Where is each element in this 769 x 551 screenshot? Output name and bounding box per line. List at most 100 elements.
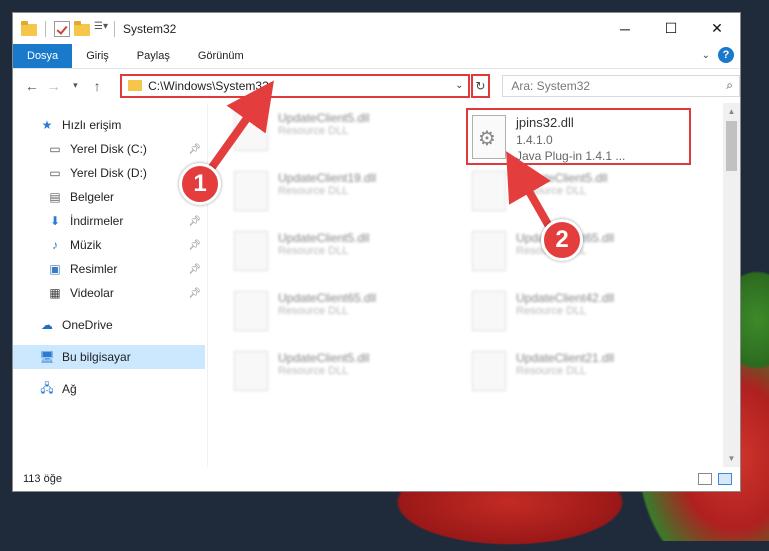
drive-icon: ▭ <box>49 142 61 156</box>
sidebar-item-local-disk-c[interactable]: ▭ Yerel Disk (C:) 📌︎ <box>13 137 207 161</box>
sidebar-item-onedrive[interactable]: ☁ OneDrive <box>13 313 207 337</box>
vertical-scrollbar[interactable]: ▲ ▼ <box>723 103 740 467</box>
item-count: 113 öğe <box>23 473 62 485</box>
sidebar-item-label: Ağ <box>62 382 77 396</box>
list-item[interactable]: UpdateClient42.dll Resource DLL <box>472 291 692 331</box>
star-icon: ★ <box>41 118 53 132</box>
list-item[interactable]: UpdateClient5.dll Resource DLL <box>234 231 454 271</box>
properties-icon[interactable] <box>54 20 70 37</box>
list-item[interactable]: UpdateClient21.dll Resource DLL <box>472 351 692 391</box>
view-buttons <box>698 473 732 485</box>
status-bar: 113 öğe <box>13 467 740 491</box>
recent-locations-icon[interactable]: ▾ <box>65 80 87 91</box>
dll-file-icon <box>234 351 268 391</box>
search-icon[interactable]: ⌕ <box>726 78 733 93</box>
sidebar-item-label: Hızlı erişim <box>62 118 122 132</box>
divider <box>45 20 46 37</box>
sidebar-item-local-disk-d[interactable]: ▭ Yerel Disk (D:) <box>13 161 207 185</box>
list-item[interactable]: UpdateClient65.dllResource DLL <box>234 291 454 331</box>
dll-file-icon <box>472 351 506 391</box>
file-type: Resource DLL <box>278 305 349 317</box>
file-type: Resource DLL <box>278 245 349 257</box>
scroll-thumb[interactable] <box>726 121 737 171</box>
scroll-up-icon[interactable]: ▲ <box>723 103 740 120</box>
file-description: Java Plug-in 1.4.1 ... <box>516 149 626 163</box>
file-type: Resource DLL <box>278 125 349 137</box>
sidebar-item-label: Müzik <box>70 238 102 252</box>
sidebar-item-label: Resimler <box>70 262 118 276</box>
sidebar-item-network[interactable]: 🖧 Ağ <box>13 377 207 401</box>
pin-icon[interactable]: 📌︎ <box>188 216 201 227</box>
ribbon-right: ⌄ ? <box>702 47 734 63</box>
computer-icon: 🖥︎ <box>39 350 55 364</box>
file-name: UpdateClient65.dll <box>278 291 377 305</box>
file-list: UpdateClient5.dll Resource DLL UpdateClie… <box>207 103 740 467</box>
dll-file-icon: ⚙ <box>472 115 506 159</box>
folder-icon[interactable] <box>21 21 37 36</box>
tab-view[interactable]: Görünüm <box>184 44 258 68</box>
sidebar-item-downloads[interactable]: ⬇ İndirmeler 📌︎ <box>13 209 207 233</box>
sidebar-item-videos[interactable]: ▦ Videolar 📌︎ <box>13 281 207 305</box>
explorer-window: ☰▾ System32 ─ ☐ ✕ Dosya Giriş Paylaş Gör… <box>12 12 741 492</box>
sidebar-item-label: Yerel Disk (C:) <box>70 142 147 156</box>
expand-ribbon-icon[interactable]: ⌄ <box>702 50 710 61</box>
forward-arrow-icon[interactable]: → <box>43 78 65 94</box>
sidebar-item-pictures[interactable]: ▣ Resimler 📌︎ <box>13 257 207 281</box>
pin-icon[interactable]: 📌︎ <box>188 144 201 155</box>
customize-toolbar-icon[interactable]: ☰▾ <box>94 21 110 37</box>
body-area: ★ Hızlı erişim ▭ Yerel Disk (C:) 📌︎ ▭ Ye… <box>13 103 740 467</box>
sidebar-item-label: Belgeler <box>70 190 115 204</box>
close-button[interactable]: ✕ <box>694 13 740 44</box>
pictures-icon: ▣ <box>49 262 61 276</box>
list-item[interactable]: UpdateClient5.dll Resource DLL <box>234 351 454 391</box>
drive-icon: ▭ <box>49 166 61 180</box>
sidebar-item-quick-access[interactable]: ★ Hızlı erişim <box>13 113 207 137</box>
pin-icon[interactable]: 📌︎ <box>188 240 201 251</box>
sidebar-item-music[interactable]: ♪ Müzik 📌︎ <box>13 233 207 257</box>
maximize-button[interactable]: ☐ <box>648 13 694 44</box>
help-icon[interactable]: ? <box>718 47 734 63</box>
file-name: UpdateClient19.dll <box>278 171 377 185</box>
large-icons-view-icon[interactable] <box>718 473 732 485</box>
pin-icon[interactable]: 📌︎ <box>188 288 201 299</box>
sidebar-item-documents[interactable]: ▤ Belgeler <box>13 185 207 209</box>
address-path[interactable]: C:\Windows\System32 <box>148 79 269 93</box>
tab-home[interactable]: Giriş <box>72 44 123 68</box>
sidebar-item-this-pc[interactable]: 🖥︎ Bu bilgisayar <box>13 345 205 369</box>
file-name: UpdateClient5.dll <box>278 111 370 125</box>
file-version: 1.4.1.0 <box>516 133 553 147</box>
highlighted-file-jpins32[interactable]: ⚙ jpins32.dll 1.4.1.0 Java Plug-in 1.4.1… <box>466 108 691 165</box>
videos-icon: ▦ <box>49 286 61 300</box>
pin-icon[interactable]: 📌︎ <box>188 264 201 275</box>
folder-icon <box>128 80 143 91</box>
search-input[interactable]: Ara: System32 ⌕ <box>502 74 740 97</box>
file-type: Resource DLL <box>278 185 349 197</box>
details-view-icon[interactable] <box>698 473 712 485</box>
file-name: UpdateClient42.dll <box>516 291 615 305</box>
file-type: Resource DLL <box>516 365 587 377</box>
refresh-button[interactable]: ↻ <box>470 73 491 98</box>
window-title: System32 <box>123 21 177 36</box>
sidebar-item-label: OneDrive <box>62 318 113 332</box>
file-type: Resource DLL <box>516 185 587 197</box>
cloud-icon: ☁ <box>41 318 53 332</box>
divider <box>114 20 115 37</box>
file-type: Resource DLL <box>278 365 349 377</box>
back-arrow-icon[interactable]: ← <box>21 78 43 94</box>
tab-file[interactable]: Dosya <box>13 44 73 68</box>
new-folder-icon[interactable] <box>74 21 90 36</box>
dll-file-icon <box>234 111 268 151</box>
file-name: UpdateClient21.dll <box>516 351 615 365</box>
list-item[interactable]: UpdateClient5.dll Resource DLL <box>472 171 692 211</box>
address-bar[interactable]: C:\Windows\System32 ⌄ <box>120 73 470 98</box>
list-item[interactable]: UpdateClient5.dll Resource DLL <box>234 111 454 151</box>
up-arrow-icon[interactable]: ↑ <box>86 78 108 94</box>
scroll-down-icon[interactable]: ▼ <box>723 450 740 467</box>
search-placeholder: Ara: System32 <box>511 78 591 93</box>
list-item[interactable]: UpdateClient19.dll Resource DLL <box>234 171 454 211</box>
tab-share[interactable]: Paylaş <box>123 44 184 68</box>
sidebar-item-label: Yerel Disk (D:) <box>70 166 147 180</box>
chevron-down-icon[interactable]: ⌄ <box>455 80 463 91</box>
dll-file-icon <box>234 291 268 331</box>
minimize-button[interactable]: ─ <box>602 13 648 44</box>
